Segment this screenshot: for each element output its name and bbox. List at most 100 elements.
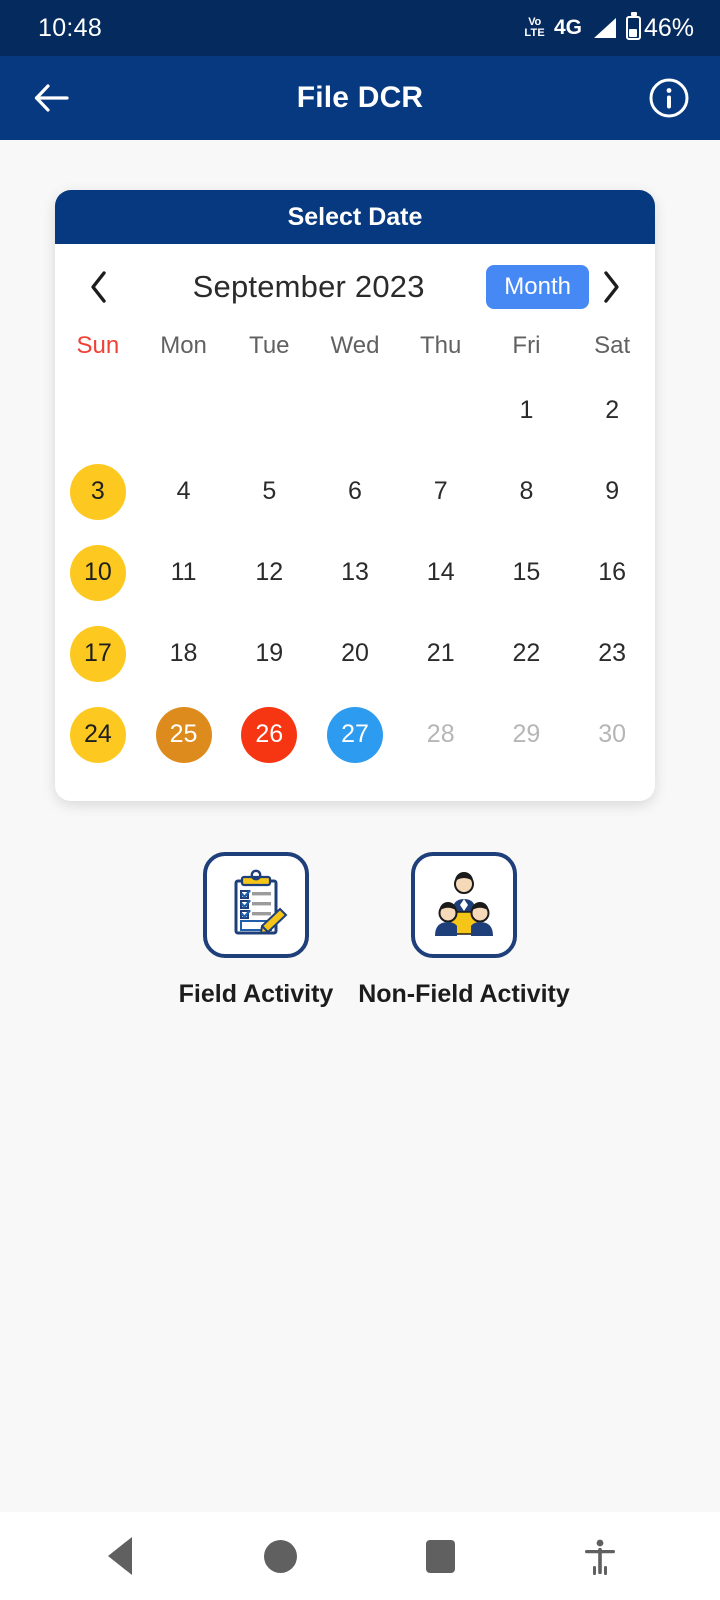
calendar-cell: 25: [141, 694, 227, 775]
calendar-day-30: 30: [598, 720, 627, 748]
next-month-button[interactable]: [589, 265, 633, 309]
calendar-cell: 24: [55, 694, 141, 775]
calendar-day-19[interactable]: 19: [241, 626, 297, 682]
calendar-cell: 1: [484, 370, 570, 451]
calendar-day-1[interactable]: 1: [498, 383, 554, 439]
calendar-day-29: 29: [512, 720, 541, 748]
view-mode-button[interactable]: Month: [486, 265, 589, 309]
calendar-day-23[interactable]: 23: [584, 626, 640, 682]
calendar-day-22[interactable]: 22: [498, 626, 554, 682]
calendar-day-26[interactable]: 26: [241, 706, 298, 763]
page-title: File DCR: [296, 81, 424, 114]
calendar-day-3[interactable]: 3: [69, 463, 126, 520]
calendar-day-25[interactable]: 25: [155, 706, 212, 763]
calendar-cell: 11: [141, 532, 227, 613]
calendar-body: September 2023 Month Sun Mon Tue Wed Thu Fri S…: [55, 244, 655, 801]
calendar-cell: [398, 370, 484, 451]
weekday-label-wed: Wed: [330, 332, 380, 359]
calendar-cell: 7: [398, 451, 484, 532]
calendar-day-17[interactable]: 17: [69, 625, 126, 682]
home-circle-icon: [263, 1539, 297, 1573]
calendar-cell: [141, 370, 227, 451]
nav-home-button[interactable]: [245, 1521, 315, 1591]
calendar-week-row: 17 18 19 20 21 22 23: [55, 613, 655, 694]
calendar-cell: 2: [569, 370, 655, 451]
calendar-day-2[interactable]: 2: [584, 383, 640, 439]
calendar-day-16[interactable]: 16: [584, 545, 640, 601]
network-type-label: 4G: [553, 16, 582, 39]
calendar-cell: 5: [226, 451, 312, 532]
system-nav-bar: [0, 1512, 720, 1600]
calendar-day-11[interactable]: 11: [156, 545, 212, 601]
calendar-day-5[interactable]: 5: [241, 464, 297, 520]
calendar-day-12[interactable]: 12: [241, 545, 297, 601]
calendar-day-24[interactable]: 24: [69, 706, 126, 763]
field-activity-button[interactable]: Field Activity: [171, 852, 341, 1009]
calendar-cell: 23: [569, 613, 655, 694]
calendar-cell: 18: [141, 613, 227, 694]
battery-icon: [625, 12, 641, 40]
calendar-day-21[interactable]: 21: [413, 626, 469, 682]
non-field-activity-label: Non-Field Activity: [358, 980, 570, 1008]
calendar-day-10[interactable]: 10: [69, 544, 126, 601]
volte-icon: Vo LTE: [524, 17, 545, 39]
weekday-label-fri: Fri: [512, 332, 541, 359]
calendar-day-6[interactable]: 6: [327, 464, 383, 520]
app-bar: File DCR: [0, 56, 720, 140]
calendar-cell: 15: [484, 532, 570, 613]
calendar-weeks: 1 2 3 4 5 6 7 8 9 10 11 12 13 14 15 16 17 18 19 20 21 22 23 24 2…: [55, 370, 655, 775]
calendar-cell: 12: [226, 532, 312, 613]
nav-recents-button[interactable]: [405, 1521, 475, 1591]
chevron-left-icon: [91, 271, 106, 303]
weekday-label-sun: Sun: [76, 332, 120, 359]
calendar-cell: 16: [569, 532, 655, 613]
non-field-activity-button[interactable]: Non-Field Activity: [358, 852, 570, 1009]
calendar-cell: 14: [398, 532, 484, 613]
calendar-nav: September 2023 Month: [55, 248, 655, 326]
calendar-card: Select Date September 2023 Month Sun Mon…: [55, 190, 655, 801]
calendar-cell: 22: [484, 613, 570, 694]
battery-percent-label: 46%: [643, 13, 694, 42]
non-field-activity-tile: [411, 852, 517, 958]
calendar-day-13[interactable]: 13: [327, 545, 383, 601]
calendar-day-28: 28: [426, 720, 455, 748]
calendar-cell: 17: [55, 613, 141, 694]
calendar-day-20[interactable]: 20: [327, 626, 383, 682]
volte-bottom-text: LTE: [524, 27, 545, 39]
chevron-right-icon: [604, 271, 619, 303]
calendar-day-18[interactable]: 18: [156, 626, 212, 682]
calendar-month-label: September 2023: [192, 269, 425, 304]
calendar-cell: 28: [398, 694, 484, 775]
nav-back-button[interactable]: [85, 1521, 155, 1591]
calendar-cell: 9: [569, 451, 655, 532]
calendar-day-8[interactable]: 8: [498, 464, 554, 520]
nav-accessibility-button[interactable]: [565, 1521, 635, 1591]
recents-square-icon: [425, 1539, 455, 1573]
info-button[interactable]: [646, 75, 692, 121]
status-bar: 10:48 Vo LTE 4G 46%: [0, 0, 720, 56]
info-circle-icon: [649, 78, 689, 118]
content-area: Select Date September 2023 Month Sun Mon…: [0, 140, 720, 1512]
calendar-day-empty: [413, 383, 469, 439]
calendar-day-7[interactable]: 7: [413, 464, 469, 520]
activity-options: Field Activity Non-Field Activity: [0, 852, 720, 1009]
field-activity-tile: [203, 852, 309, 958]
status-time: 10:48: [38, 13, 103, 42]
accessibility-icon: [585, 1539, 615, 1575]
calendar-week-row: 24 25 26 27 28 29 30: [55, 694, 655, 775]
calendar-day-9[interactable]: 9: [584, 464, 640, 520]
calendar-cell: 29: [484, 694, 570, 775]
calendar-day-14[interactable]: 14: [413, 545, 469, 601]
prev-month-button[interactable]: [77, 265, 121, 309]
calendar-day-15[interactable]: 15: [498, 545, 554, 601]
calendar-cell: 21: [398, 613, 484, 694]
phone-screen: 10:48 Vo LTE 4G 46% File DCR Select Date…: [0, 0, 720, 1600]
signal-bars-icon: [593, 18, 616, 38]
calendar-cell: 27: [312, 694, 398, 775]
back-button[interactable]: [28, 75, 74, 121]
calendar-day-27[interactable]: 27: [326, 706, 383, 763]
calendar-day-4[interactable]: 4: [156, 464, 212, 520]
calendar-cell: 8: [484, 451, 570, 532]
status-icons: Vo LTE 4G 46%: [524, 12, 694, 43]
calendar-day-empty: [327, 383, 383, 439]
